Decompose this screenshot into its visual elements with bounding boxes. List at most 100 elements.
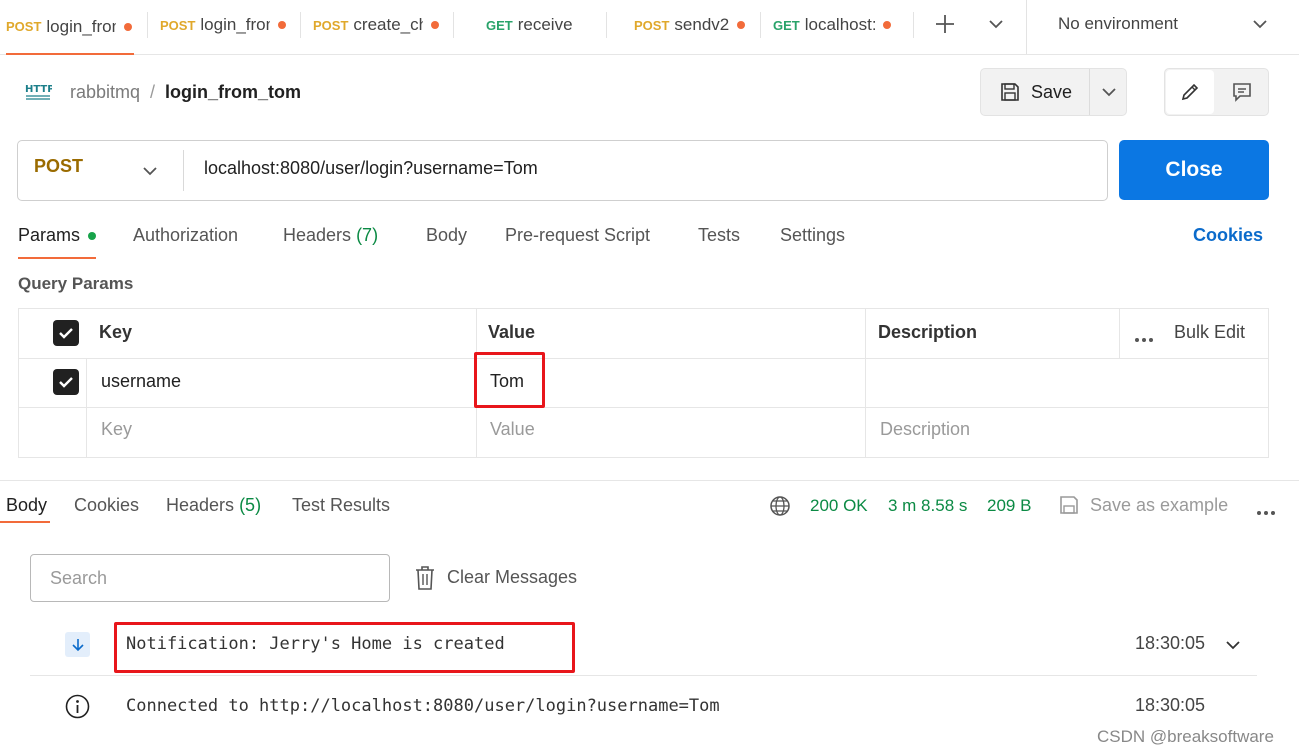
tab-divider [760,12,761,38]
breadcrumb-collection[interactable]: rabbitmq [70,82,140,103]
column-header-value: Value [488,322,536,342]
response-more-options-icon[interactable] [1256,503,1276,521]
unsaved-dot [737,21,746,29]
tab-method: POST [6,19,42,34]
url-input[interactable]: localhost:8080/user/login?username=Tom [204,158,538,179]
query-params-table [18,308,1269,458]
query-params-title: Query Params [18,274,134,293]
response-size[interactable]: 209 B [987,496,1031,516]
response-tab-body[interactable]: Body [6,495,47,516]
unsaved-dot [124,22,133,31]
cookies-link[interactable]: Cookies [1193,225,1263,246]
info-icon [65,694,90,724]
save-divider [1089,69,1090,115]
tab-label: login_from_jerry [200,15,270,34]
tab-params[interactable]: Params [18,225,80,246]
save-options-chevron-down-icon[interactable] [1100,85,1118,99]
globe-icon[interactable] [769,495,791,522]
tab-pre-request-script[interactable]: Pre-request Script [505,225,650,246]
save-label: Save [1031,81,1073,102]
tabs-overflow-chevron-down-icon[interactable] [987,17,1005,31]
tab-create-chatroom[interactable]: POST create_chatroom [313,0,443,50]
new-param-key-input[interactable]: Key [101,419,132,440]
tab-headers[interactable]: Headers (7) [283,225,378,246]
param-row-checkbox[interactable] [53,369,79,395]
method-select[interactable]: POST [34,156,83,177]
close-connection-button[interactable]: Close [1119,140,1269,200]
tab-label: sendv2 [674,15,730,34]
message-divider [30,675,1257,676]
tab-settings[interactable]: Settings [780,225,845,246]
column-header-key: Key [99,322,133,342]
tab-divider [300,12,301,38]
tab-receive[interactable]: GET receive [486,0,596,50]
watermark: CSDN @breaksoftware [1097,727,1274,746]
table-row-divider [18,407,1269,408]
tab-divider [913,12,914,38]
checkmark-icon [59,328,73,339]
breadcrumb-separator: / [150,81,156,102]
tab-divider [147,12,148,38]
save-example-icon [1058,494,1080,521]
response-tab-headers[interactable]: Headers (5) [166,495,261,516]
tab-method: GET [773,17,800,33]
new-tab-plus-icon[interactable] [934,13,956,35]
new-param-value-input[interactable]: Value [490,419,535,440]
environment-chevron-down-icon[interactable] [1251,17,1269,31]
tab-localhost[interactable]: GET localhost:8080 [773,0,903,50]
tab-divider [453,12,454,38]
param-key-cell[interactable]: username [101,371,181,392]
bulk-edit-button[interactable]: Bulk Edit [1174,322,1245,343]
response-tab-cookies[interactable]: Cookies [74,495,139,516]
table-row-divider [18,358,1269,359]
http-icon: HTTP [24,78,55,107]
active-response-tab-underline [0,521,50,523]
tab-login-from-tom[interactable]: POST login_from_tom [6,0,134,55]
request-name[interactable]: login_from_tom [165,82,301,103]
url-divider [183,150,184,191]
tab-tests[interactable]: Tests [698,225,740,246]
search-placeholder: Search [50,568,108,588]
message-text[interactable]: Connected to http://localhost:8080/user/… [126,696,720,716]
column-header-description: Description [878,322,978,342]
url-bar [17,140,1108,201]
response-tab-headers-label: Headers [166,495,235,515]
trash-icon[interactable] [414,565,436,596]
save-as-example-button[interactable]: Save as example [1090,495,1228,516]
env-divider [1026,0,1027,54]
params-active-dot [88,232,96,240]
tab-divider [606,12,607,38]
tab-method: POST [313,17,349,33]
method-chevron-down-icon[interactable] [142,164,158,176]
more-options-icon[interactable] [1134,330,1154,348]
new-param-description-input[interactable]: Description [880,419,970,440]
message-time: 18:30:05 [1135,695,1206,715]
comments-icon[interactable] [1218,70,1266,114]
response-divider [0,480,1299,481]
tab-method: POST [160,17,196,33]
save-button[interactable]: Save [981,69,1089,115]
table-col-divider [86,358,87,458]
tab-login-from-jerry[interactable]: POST login_from_jerry [160,0,290,50]
tab-label: receive [517,15,573,34]
tab-sendv2[interactable]: POST sendv2 [634,0,752,50]
param-value-cell[interactable]: Tom [490,371,524,392]
breadcrumb: HTTP rabbitmq / login_from_tom [24,78,301,106]
edit-pencil-icon[interactable] [1166,70,1214,114]
environment-select[interactable]: No environment [1058,14,1178,34]
tab-label: login_from_tom [46,16,116,36]
tab-authorization[interactable]: Authorization [133,225,238,246]
tab-body[interactable]: Body [426,225,467,246]
select-all-checkbox[interactable] [53,320,79,346]
message-text[interactable]: Notification: Jerry's Home is created [126,634,505,654]
message-time: 18:30:05 [1135,633,1206,653]
headers-count: (7) [356,225,379,245]
expand-chevron-down-icon[interactable] [1225,638,1241,656]
clear-messages-button[interactable]: Clear Messages [447,567,577,588]
response-tab-test-results[interactable]: Test Results [292,495,390,516]
status-code[interactable]: 200 OK [810,496,868,516]
tab-method: POST [634,17,670,33]
response-time[interactable]: 3 m 8.58 s [888,496,967,516]
table-col-divider [865,308,866,458]
tab-method: GET [486,17,513,33]
